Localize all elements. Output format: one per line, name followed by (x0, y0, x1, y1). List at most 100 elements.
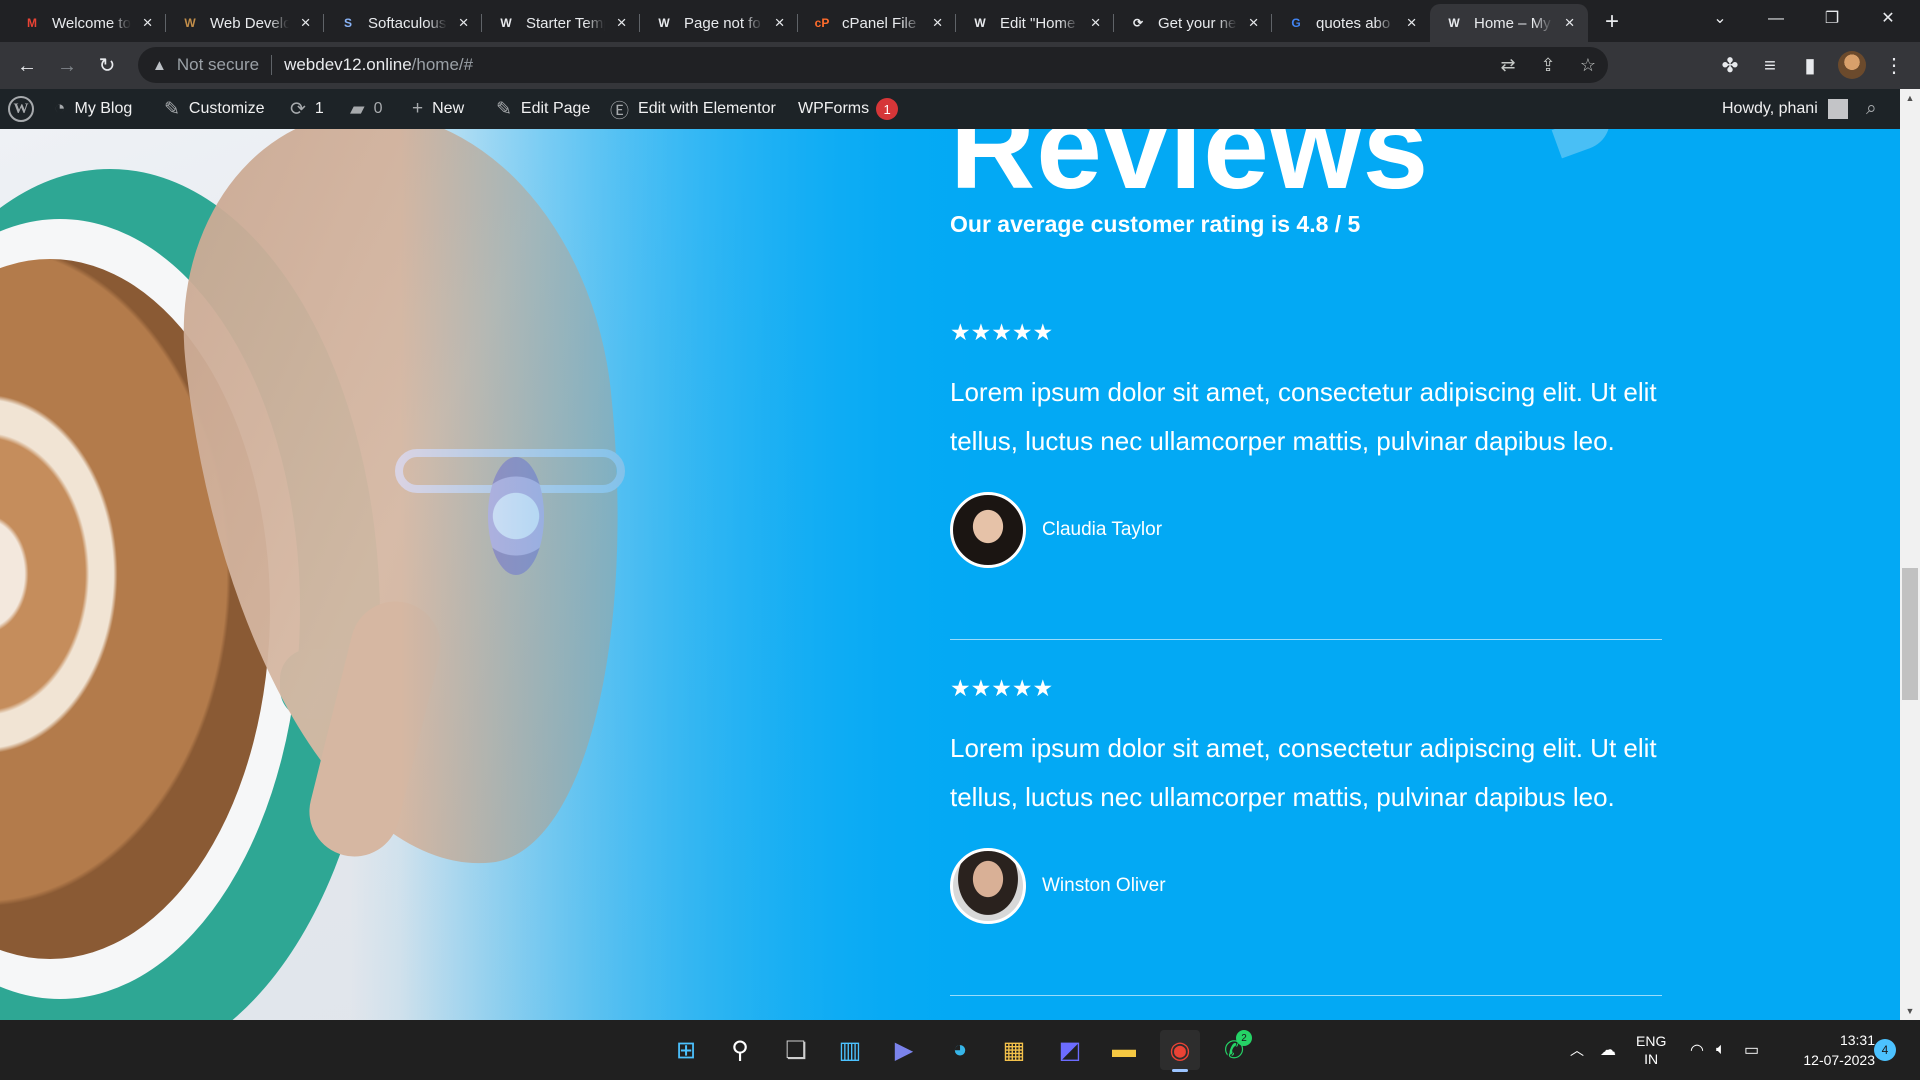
volume-icon[interactable]: 🔈︎ (1716, 1020, 1726, 1080)
wordpress-icon: W (1448, 16, 1460, 30)
tab-10[interactable]: W Home – My × (1430, 4, 1588, 42)
reading-list-icon[interactable]: ≡ (1754, 50, 1786, 82)
account-menu[interactable]: Howdy, phani (1722, 89, 1848, 129)
tab-4[interactable]: W Starter Temp × (482, 4, 640, 42)
close-tab-icon[interactable]: × (139, 13, 156, 33)
translate-icon[interactable]: ⇄ (1488, 55, 1528, 76)
onedrive-icon[interactable]: ☁ (1600, 1020, 1616, 1080)
new-label: New (432, 100, 465, 117)
new-tab-button[interactable]: + (1596, 6, 1628, 38)
teams-icon[interactable]: ▶ (884, 1030, 924, 1070)
tab-8[interactable]: ⟳ Get your ne × (1114, 4, 1272, 42)
close-tab-icon[interactable]: × (1087, 13, 1104, 33)
minimize-button[interactable]: — (1744, 0, 1808, 40)
url-host[interactable]: webdev12.online (284, 55, 412, 75)
reload-button[interactable]: ↻ (91, 50, 123, 82)
wifi-icon[interactable]: ◠ (1690, 1020, 1704, 1080)
review-author: Winston Oliver (950, 848, 1662, 924)
edit-page-link[interactable]: ✎ Edit Page (496, 89, 590, 129)
tab-5[interactable]: W Page not fo × (640, 4, 798, 42)
new-content-link[interactable]: + New (412, 89, 464, 129)
admin-search[interactable]: ⌕ (1866, 89, 1877, 129)
close-tab-icon[interactable]: × (1245, 13, 1262, 33)
search-icon[interactable]: ⚲ (720, 1030, 760, 1070)
edge-icon[interactable]: ◕ (940, 1030, 980, 1070)
updates-link[interactable]: ⟳ 1 (290, 89, 324, 129)
author-avatar (950, 848, 1026, 924)
tab-3[interactable]: S Softaculous × (324, 4, 482, 42)
brush-icon: ✎ (164, 98, 180, 120)
file-explorer-icon[interactable]: ▬ (1104, 1030, 1144, 1070)
howdy-label: Howdy, phani (1722, 100, 1818, 117)
close-tab-icon[interactable]: × (455, 13, 472, 33)
share-icon[interactable]: ⇪ (1528, 55, 1568, 76)
side-panel-icon[interactable]: ▮ (1794, 50, 1826, 82)
tab-1[interactable]: M Welcome to × (8, 4, 166, 42)
close-tab-icon[interactable]: × (1561, 13, 1578, 33)
close-tab-icon[interactable]: × (929, 13, 946, 33)
close-window-button[interactable]: ✕ (1856, 0, 1920, 40)
address-bar[interactable]: ▲ Not secure webdev12.online/home/# ⇄ ⇪ … (138, 47, 1608, 83)
bookmark-star-icon[interactable]: ☆ (1568, 55, 1608, 76)
clock[interactable]: 13:31 12-07-2023 (1785, 1030, 1875, 1070)
profile-avatar[interactable] (1838, 51, 1866, 79)
tab-title: Page not fo (684, 14, 761, 32)
plus-icon: + (412, 98, 424, 119)
lang-code: ENG (1636, 1033, 1667, 1049)
my-blog-link[interactable]: ◔ My Blog (54, 89, 132, 129)
comments-link[interactable]: ▰ 0 (350, 89, 383, 129)
task-view-icon[interactable]: ❏ (776, 1030, 816, 1070)
tab-title: Softaculous (368, 14, 447, 32)
tab-2[interactable]: W Web Develo × (166, 4, 324, 42)
wpforms-label: WPForms (798, 100, 870, 117)
app-icon[interactable]: ◩ (1050, 1030, 1090, 1070)
extensions-icon[interactable]: ✤ (1714, 50, 1746, 82)
cpanel-icon: cP (814, 16, 830, 30)
scroll-up-arrow-icon[interactable]: ▲ (1900, 89, 1920, 107)
store-icon[interactable]: ▦ (994, 1030, 1034, 1070)
section-heading: Reviews (950, 129, 1430, 214)
widgets-icon[interactable]: ▥ (830, 1030, 870, 1070)
scroll-down-arrow-icon[interactable]: ▼ (1900, 1002, 1920, 1020)
wp-logo-menu[interactable]: W (8, 89, 34, 129)
tab-strip: M Welcome to × W Web Develo × S Softaculous × W St… (0, 0, 1920, 42)
wordpress-icon: W (658, 16, 670, 30)
battery-icon[interactable]: ▭ (1744, 1020, 1759, 1080)
show-hidden-icons[interactable]: ︿ (1570, 1020, 1584, 1080)
tab-search-chevron-icon[interactable]: ⌄ (1688, 0, 1752, 40)
close-tab-icon[interactable]: × (771, 13, 788, 33)
close-tab-icon[interactable]: × (613, 13, 630, 33)
url-path[interactable]: /home/# (412, 55, 473, 75)
back-button[interactable]: ← (11, 50, 43, 82)
customize-link[interactable]: ✎ Customize (164, 89, 265, 129)
address-divider (271, 55, 273, 75)
scrollbar-thumb[interactable] (1902, 568, 1918, 700)
close-tab-icon[interactable]: × (1403, 13, 1420, 33)
warning-icon[interactable]: ▲ (152, 57, 167, 74)
page-scrollbar[interactable] (1900, 89, 1920, 1020)
language-indicator[interactable]: ENG IN (1636, 1020, 1666, 1080)
forward-button[interactable]: → (51, 50, 83, 82)
edit-elementor-label: Edit with Elementor (638, 100, 776, 117)
author-name: Winston Oliver (1042, 875, 1166, 896)
security-label[interactable]: Not secure (177, 55, 259, 75)
coffee-hand-photo (0, 129, 1000, 1020)
tab-title: Edit "Home (1000, 14, 1076, 32)
tab-7[interactable]: W Edit "Home × (956, 4, 1114, 42)
notification-badge[interactable]: 4 (1874, 1039, 1896, 1061)
chrome-icon[interactable]: ◉ (1160, 1030, 1200, 1072)
whatsapp-icon[interactable]: ✆ 2 (1214, 1030, 1254, 1070)
restore-button[interactable]: ❐ (1800, 0, 1864, 40)
start-icon[interactable]: ⊞ (666, 1030, 706, 1070)
clock-date: 12-07-2023 (1803, 1052, 1875, 1068)
tab-9[interactable]: Gquotes abo × (1272, 4, 1430, 42)
close-tab-icon[interactable]: × (297, 13, 314, 33)
edit-elementor-link[interactable]: Ⓔ Edit with Elementor (610, 89, 776, 129)
comment-icon: ▰ (350, 98, 365, 120)
tab-title: Get your ne (1158, 14, 1237, 32)
dashboard-icon: ◔ (54, 98, 66, 119)
customize-label: Customize (188, 100, 265, 117)
wpforms-link[interactable]: WPForms 1 (798, 89, 899, 129)
menu-kebab-icon[interactable]: ⋮ (1878, 50, 1910, 82)
tab-6[interactable]: cP cPanel File M × (798, 4, 956, 42)
